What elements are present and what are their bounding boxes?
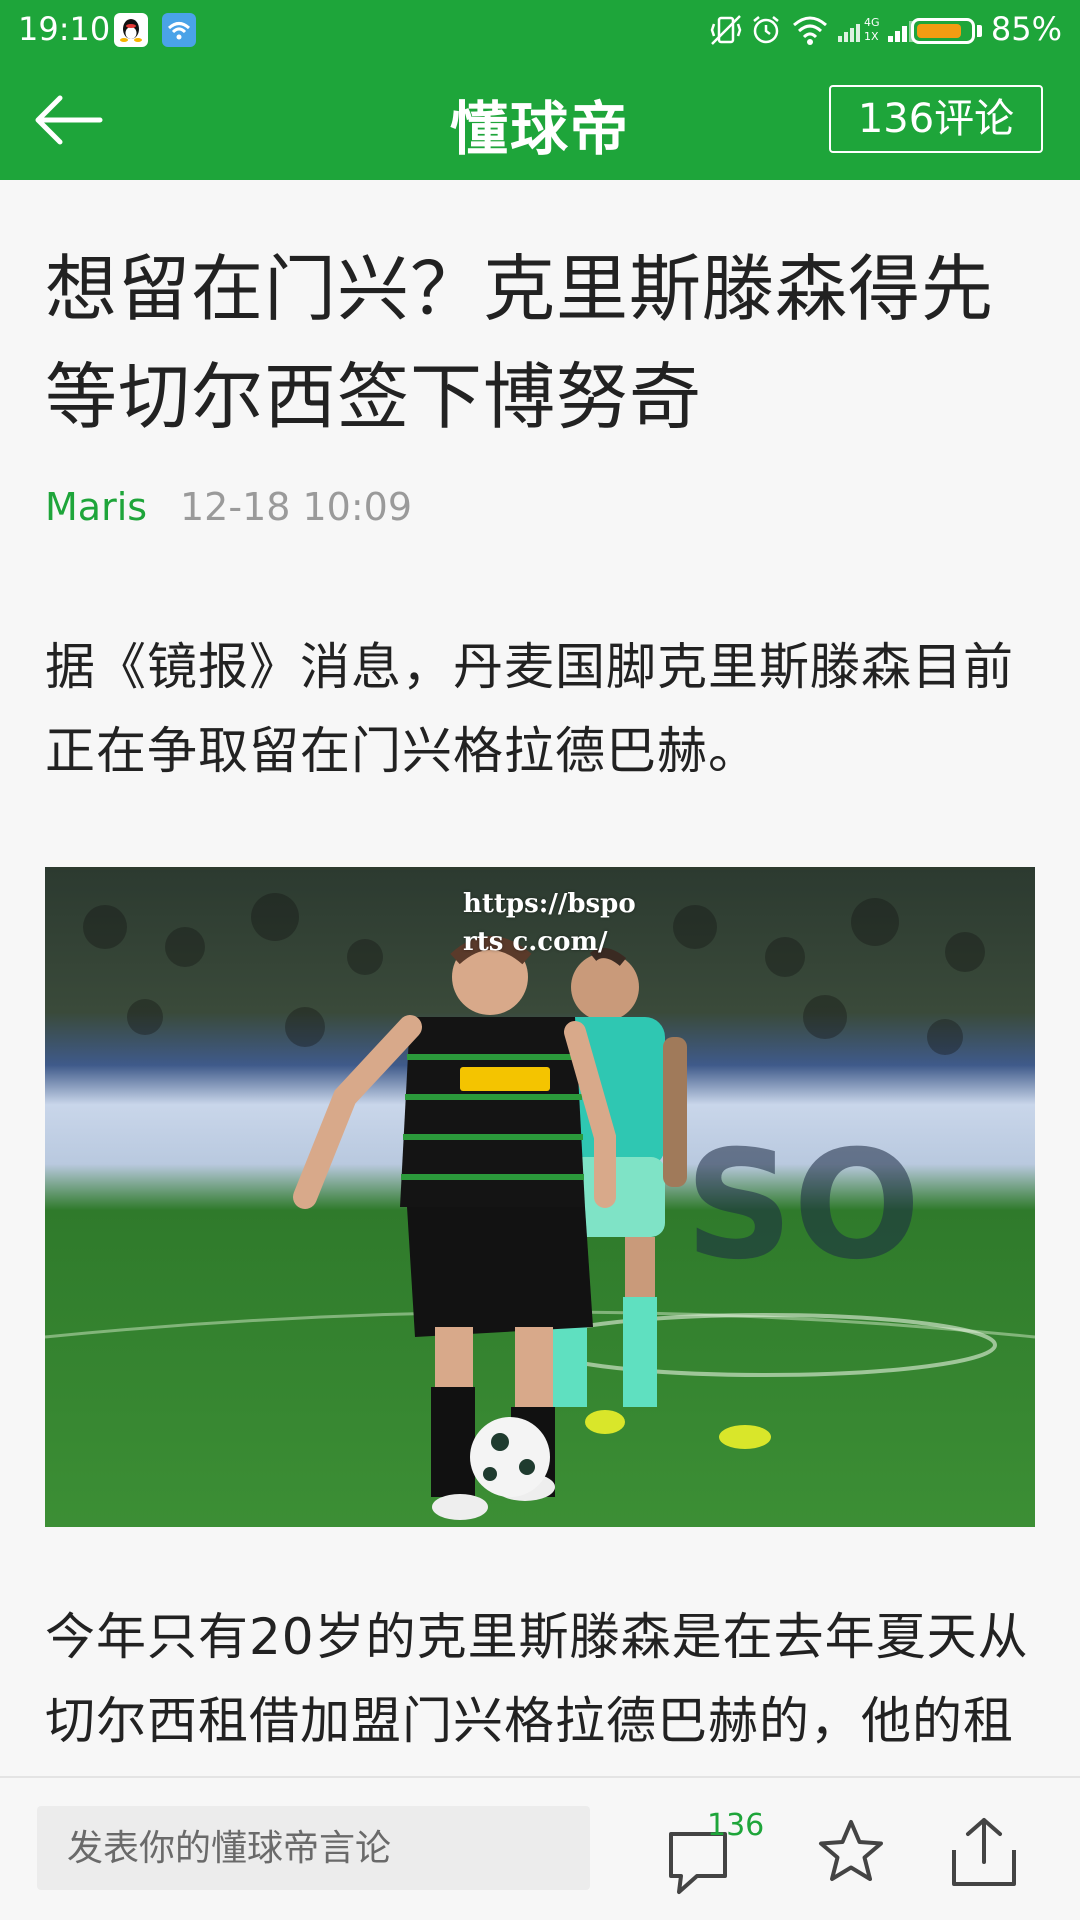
signal-4g-icon: 4G1X bbox=[838, 16, 880, 43]
status-bar: 19:10 4G 1X 85% bbox=[0, 0, 1080, 60]
battery-percentage: 85% bbox=[990, 10, 1062, 48]
article-paragraph: 据《镜报》消息，丹麦国脚克里斯滕森目前正在争取留在门兴格拉德巴赫。 bbox=[45, 638, 1014, 780]
bottom-bar: 136 bbox=[0, 1776, 1080, 1920]
share-icon bbox=[952, 1818, 1016, 1886]
comments-button[interactable]: 136评论 bbox=[829, 85, 1043, 153]
article-paragraph: 今年只有20岁的克里斯滕森是在去年夏天从切尔西租借加盟门兴格拉德巴赫的，他的租 bbox=[45, 1608, 1029, 1750]
article-author[interactable]: Maris bbox=[45, 485, 147, 529]
wifi-icon bbox=[793, 16, 827, 45]
battery-fill bbox=[917, 24, 961, 38]
favorite-button[interactable] bbox=[815, 1816, 887, 1888]
battery-icon bbox=[911, 18, 975, 44]
battery-tip bbox=[977, 25, 982, 37]
svg-text:4G: 4G bbox=[864, 16, 880, 29]
top-bar: 19:10 4G 1X 85% 懂球帝 136评论 bbox=[0, 0, 1080, 180]
vibrate-icon bbox=[710, 15, 742, 45]
svg-text:1X: 1X bbox=[864, 30, 879, 43]
comment-count-badge: 136 bbox=[707, 1808, 765, 1843]
wifi-app-icon bbox=[162, 13, 196, 47]
article-date: 12-18 10:09 bbox=[180, 485, 413, 529]
svg-text:SO: SO bbox=[685, 1119, 921, 1293]
alarm-icon bbox=[753, 16, 779, 44]
image-watermark: https://bsports c.com/ bbox=[463, 889, 636, 957]
qq-icon bbox=[114, 13, 148, 47]
comment-input[interactable] bbox=[37, 1806, 590, 1890]
share-button[interactable] bbox=[948, 1814, 1020, 1890]
star-icon bbox=[819, 1820, 883, 1881]
article-photo[interactable]: SO https://bsports c.com/ bbox=[45, 867, 1035, 1527]
status-time: 19:10 bbox=[18, 10, 111, 48]
article-title: 想留在门兴？克里斯滕森得先等切尔西签下博努奇 bbox=[45, 247, 995, 439]
